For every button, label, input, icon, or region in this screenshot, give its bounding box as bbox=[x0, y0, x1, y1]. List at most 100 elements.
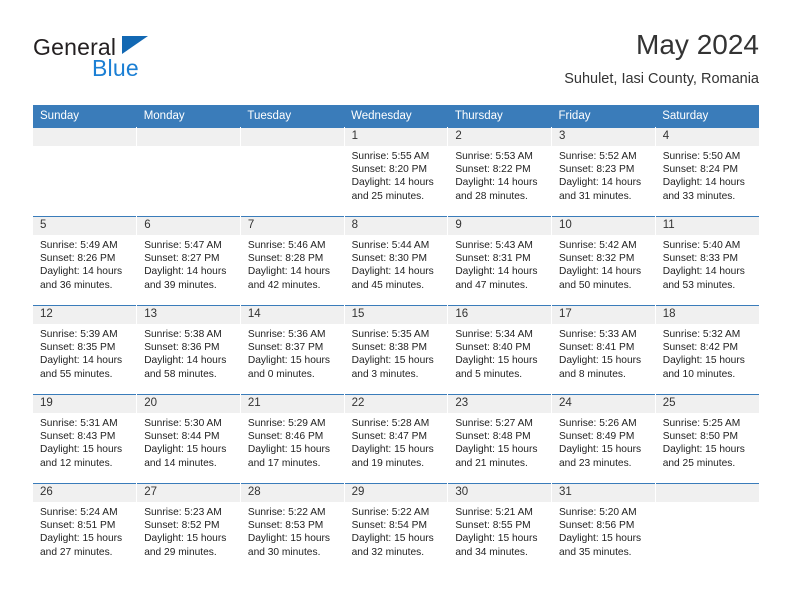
day-details: Sunrise: 5:55 AM Sunset: 8:20 PM Daylight:… bbox=[345, 146, 448, 203]
day-number: 1 bbox=[344, 128, 448, 146]
calendar-day-cell[interactable]: 5 Sunrise: 5:49 AM Sunset: 8:26 PM Daylight… bbox=[33, 216, 138, 306]
daylight-duration-line1: Daylight: 14 hours bbox=[662, 266, 745, 278]
sunrise-time: Sunrise: 5:34 AM bbox=[455, 329, 533, 340]
calendar-week-row: 26 Sunrise: 5:24 AM Sunset: 8:51 PM Dayligh… bbox=[33, 483, 759, 573]
sunset-time: Sunset: 8:55 PM bbox=[455, 520, 531, 532]
calendar-day-cell[interactable]: 4 Sunrise: 5:50 AM Sunset: 8:24 PM Daylight… bbox=[655, 127, 759, 217]
sunrise-time: Sunrise: 5:31 AM bbox=[40, 418, 118, 429]
calendar-day-cell[interactable]: 16 Sunrise: 5:34 AM Sunset: 8:40 PM Dayligh… bbox=[447, 305, 553, 395]
weekday-header-wednesday: Wednesday bbox=[344, 105, 448, 128]
daylight-duration-line2: and 32 minutes. bbox=[351, 546, 425, 558]
calendar-day-cell[interactable]: 17 Sunrise: 5:33 AM Sunset: 8:41 PM Dayligh… bbox=[551, 305, 656, 395]
calendar-day-cell[interactable]: 27 Sunrise: 5:23 AM Sunset: 8:52 PM Dayligh… bbox=[136, 483, 241, 573]
sunset-time: Sunset: 8:40 PM bbox=[455, 342, 531, 354]
daylight-duration-line1: Daylight: 15 hours bbox=[559, 444, 642, 456]
calendar-day-cell[interactable]: 1 Sunrise: 5:55 AM Sunset: 8:20 PM Daylight… bbox=[344, 127, 449, 217]
calendar-day-cell[interactable]: 14 Sunrise: 5:36 AM Sunset: 8:37 PM Dayligh… bbox=[240, 305, 345, 395]
sunrise-time: Sunrise: 5:28 AM bbox=[351, 418, 430, 429]
sunset-time: Sunset: 8:33 PM bbox=[662, 253, 739, 265]
day-number: 8 bbox=[344, 217, 448, 235]
sunrise-time: Sunrise: 5:44 AM bbox=[351, 240, 430, 251]
calendar-day-cell[interactable]: 23 Sunrise: 5:27 AM Sunset: 8:48 PM Dayligh… bbox=[447, 394, 553, 484]
day-number: 4 bbox=[655, 128, 759, 146]
day-details: Sunrise: 5:23 AM Sunset: 8:52 PM Daylight:… bbox=[137, 502, 240, 559]
sunrise-time: Sunrise: 5:23 AM bbox=[144, 507, 222, 518]
calendar-day-cell[interactable]: 13 Sunrise: 5:38 AM Sunset: 8:36 PM Dayligh… bbox=[136, 305, 241, 395]
daylight-duration-line1: Daylight: 15 hours bbox=[40, 533, 123, 545]
general-blue-logo[interactable]: General Blue bbox=[33, 34, 223, 84]
day-details: Sunrise: 5:25 AM Sunset: 8:50 PM Daylight:… bbox=[656, 413, 759, 470]
daylight-duration-line2: and 25 minutes. bbox=[351, 190, 425, 202]
calendar-day-cell[interactable]: 2 Sunrise: 5:53 AM Sunset: 8:22 PM Daylight… bbox=[447, 127, 553, 217]
calendar-day-cell[interactable]: 15 Sunrise: 5:35 AM Sunset: 8:38 PM Dayligh… bbox=[344, 305, 449, 395]
daylight-duration-line2: and 14 minutes. bbox=[144, 457, 217, 469]
day-number: 26 bbox=[33, 484, 137, 502]
calendar-day-cell[interactable]: 22 Sunrise: 5:28 AM Sunset: 8:47 PM Dayligh… bbox=[344, 394, 449, 484]
day-number bbox=[33, 128, 137, 146]
day-number: 16 bbox=[448, 306, 552, 324]
daylight-duration-line2: and 21 minutes. bbox=[455, 457, 528, 469]
calendar-day-cell[interactable]: 18 Sunrise: 5:32 AM Sunset: 8:42 PM Dayligh… bbox=[655, 305, 759, 395]
daylight-duration-line1: Daylight: 15 hours bbox=[144, 533, 227, 545]
sunrise-time: Sunrise: 5:43 AM bbox=[455, 240, 533, 251]
daylight-duration-line1: Daylight: 15 hours bbox=[144, 444, 227, 456]
sunset-time: Sunset: 8:23 PM bbox=[559, 164, 635, 176]
calendar-day-cell[interactable]: 26 Sunrise: 5:24 AM Sunset: 8:51 PM Dayligh… bbox=[33, 483, 138, 573]
daylight-duration-line1: Daylight: 15 hours bbox=[351, 444, 434, 456]
calendar-day-cell[interactable]: 25 Sunrise: 5:25 AM Sunset: 8:50 PM Dayligh… bbox=[655, 394, 759, 484]
sunset-time: Sunset: 8:38 PM bbox=[351, 342, 427, 354]
calendar-day-cell[interactable]: 3 Sunrise: 5:52 AM Sunset: 8:23 PM Daylight… bbox=[551, 127, 656, 217]
calendar-day-cell[interactable]: 30 Sunrise: 5:21 AM Sunset: 8:55 PM Dayligh… bbox=[447, 483, 553, 573]
day-details: Sunrise: 5:21 AM Sunset: 8:55 PM Daylight:… bbox=[448, 502, 551, 559]
daylight-duration-line2: and 3 minutes. bbox=[351, 368, 419, 380]
daylight-duration-line1: Daylight: 14 hours bbox=[40, 266, 123, 278]
weekday-header-thursday: Thursday bbox=[447, 105, 552, 128]
day-details: Sunrise: 5:30 AM Sunset: 8:44 PM Daylight:… bbox=[137, 413, 240, 470]
calendar-day-cell-empty bbox=[240, 127, 345, 217]
day-details: Sunrise: 5:43 AM Sunset: 8:31 PM Daylight:… bbox=[448, 235, 551, 292]
day-number: 9 bbox=[448, 217, 552, 235]
sunset-time: Sunset: 8:20 PM bbox=[351, 164, 427, 176]
day-number: 14 bbox=[240, 306, 344, 324]
calendar-day-cell[interactable]: 24 Sunrise: 5:26 AM Sunset: 8:49 PM Dayligh… bbox=[551, 394, 656, 484]
calendar-day-cell[interactable]: 10 Sunrise: 5:42 AM Sunset: 8:32 PM Dayligh… bbox=[551, 216, 656, 306]
daylight-duration-line1: Daylight: 14 hours bbox=[144, 355, 227, 367]
daylight-duration-line1: Daylight: 14 hours bbox=[662, 177, 745, 189]
day-number: 27 bbox=[137, 484, 240, 502]
sunrise-time: Sunrise: 5:22 AM bbox=[247, 507, 326, 518]
calendar-day-cell[interactable]: 11 Sunrise: 5:40 AM Sunset: 8:33 PM Dayligh… bbox=[655, 216, 759, 306]
calendar-day-cell[interactable]: 7 Sunrise: 5:46 AM Sunset: 8:28 PM Daylight… bbox=[240, 216, 345, 306]
daylight-duration-line2: and 33 minutes. bbox=[662, 190, 736, 202]
calendar-day-cell[interactable]: 19 Sunrise: 5:31 AM Sunset: 8:43 PM Dayligh… bbox=[33, 394, 138, 484]
day-details: Sunrise: 5:29 AM Sunset: 8:46 PM Daylight:… bbox=[241, 413, 344, 470]
daylight-duration-line2: and 28 minutes. bbox=[455, 190, 528, 202]
calendar-day-cell[interactable]: 6 Sunrise: 5:47 AM Sunset: 8:27 PM Daylight… bbox=[136, 216, 241, 306]
sunrise-time: Sunrise: 5:21 AM bbox=[455, 507, 533, 518]
calendar-day-cell[interactable]: 8 Sunrise: 5:44 AM Sunset: 8:30 PM Daylight… bbox=[344, 216, 449, 306]
calendar-day-cell[interactable]: 21 Sunrise: 5:29 AM Sunset: 8:46 PM Dayligh… bbox=[240, 394, 345, 484]
calendar-day-cell[interactable]: 12 Sunrise: 5:39 AM Sunset: 8:35 PM Dayligh… bbox=[33, 305, 138, 395]
daylight-duration-line2: and 35 minutes. bbox=[559, 546, 632, 558]
day-details: Sunrise: 5:34 AM Sunset: 8:40 PM Daylight:… bbox=[448, 324, 551, 381]
calendar-day-cell[interactable]: 28 Sunrise: 5:22 AM Sunset: 8:53 PM Dayligh… bbox=[240, 483, 345, 573]
sunrise-time: Sunrise: 5:25 AM bbox=[662, 418, 741, 429]
daylight-duration-line2: and 12 minutes. bbox=[40, 457, 113, 469]
day-details: Sunrise: 5:47 AM Sunset: 8:27 PM Daylight:… bbox=[137, 235, 240, 292]
daylight-duration-line1: Daylight: 15 hours bbox=[247, 533, 331, 545]
calendar-day-cell[interactable]: 31 Sunrise: 5:20 AM Sunset: 8:56 PM Dayligh… bbox=[551, 483, 656, 573]
calendar-day-cell[interactable]: 9 Sunrise: 5:43 AM Sunset: 8:31 PM Daylight… bbox=[447, 216, 553, 306]
calendar-day-cell[interactable]: 20 Sunrise: 5:30 AM Sunset: 8:44 PM Dayligh… bbox=[136, 394, 241, 484]
day-details: Sunrise: 5:44 AM Sunset: 8:30 PM Daylight:… bbox=[345, 235, 448, 292]
sunset-time: Sunset: 8:22 PM bbox=[455, 164, 531, 176]
sunset-time: Sunset: 8:43 PM bbox=[40, 431, 116, 443]
daylight-duration-line2: and 23 minutes. bbox=[559, 457, 632, 469]
calendar-day-cell[interactable]: 29 Sunrise: 5:22 AM Sunset: 8:54 PM Dayligh… bbox=[344, 483, 449, 573]
daylight-duration-line1: Daylight: 15 hours bbox=[662, 444, 745, 456]
day-number: 24 bbox=[552, 395, 655, 413]
logo-word-blue: Blue bbox=[92, 55, 139, 81]
daylight-duration-line1: Daylight: 14 hours bbox=[40, 355, 123, 367]
sunrise-time: Sunrise: 5:50 AM bbox=[662, 151, 741, 162]
daylight-duration-line2: and 55 minutes. bbox=[40, 368, 113, 380]
sunset-time: Sunset: 8:48 PM bbox=[455, 431, 531, 443]
sunset-time: Sunset: 8:50 PM bbox=[662, 431, 739, 443]
